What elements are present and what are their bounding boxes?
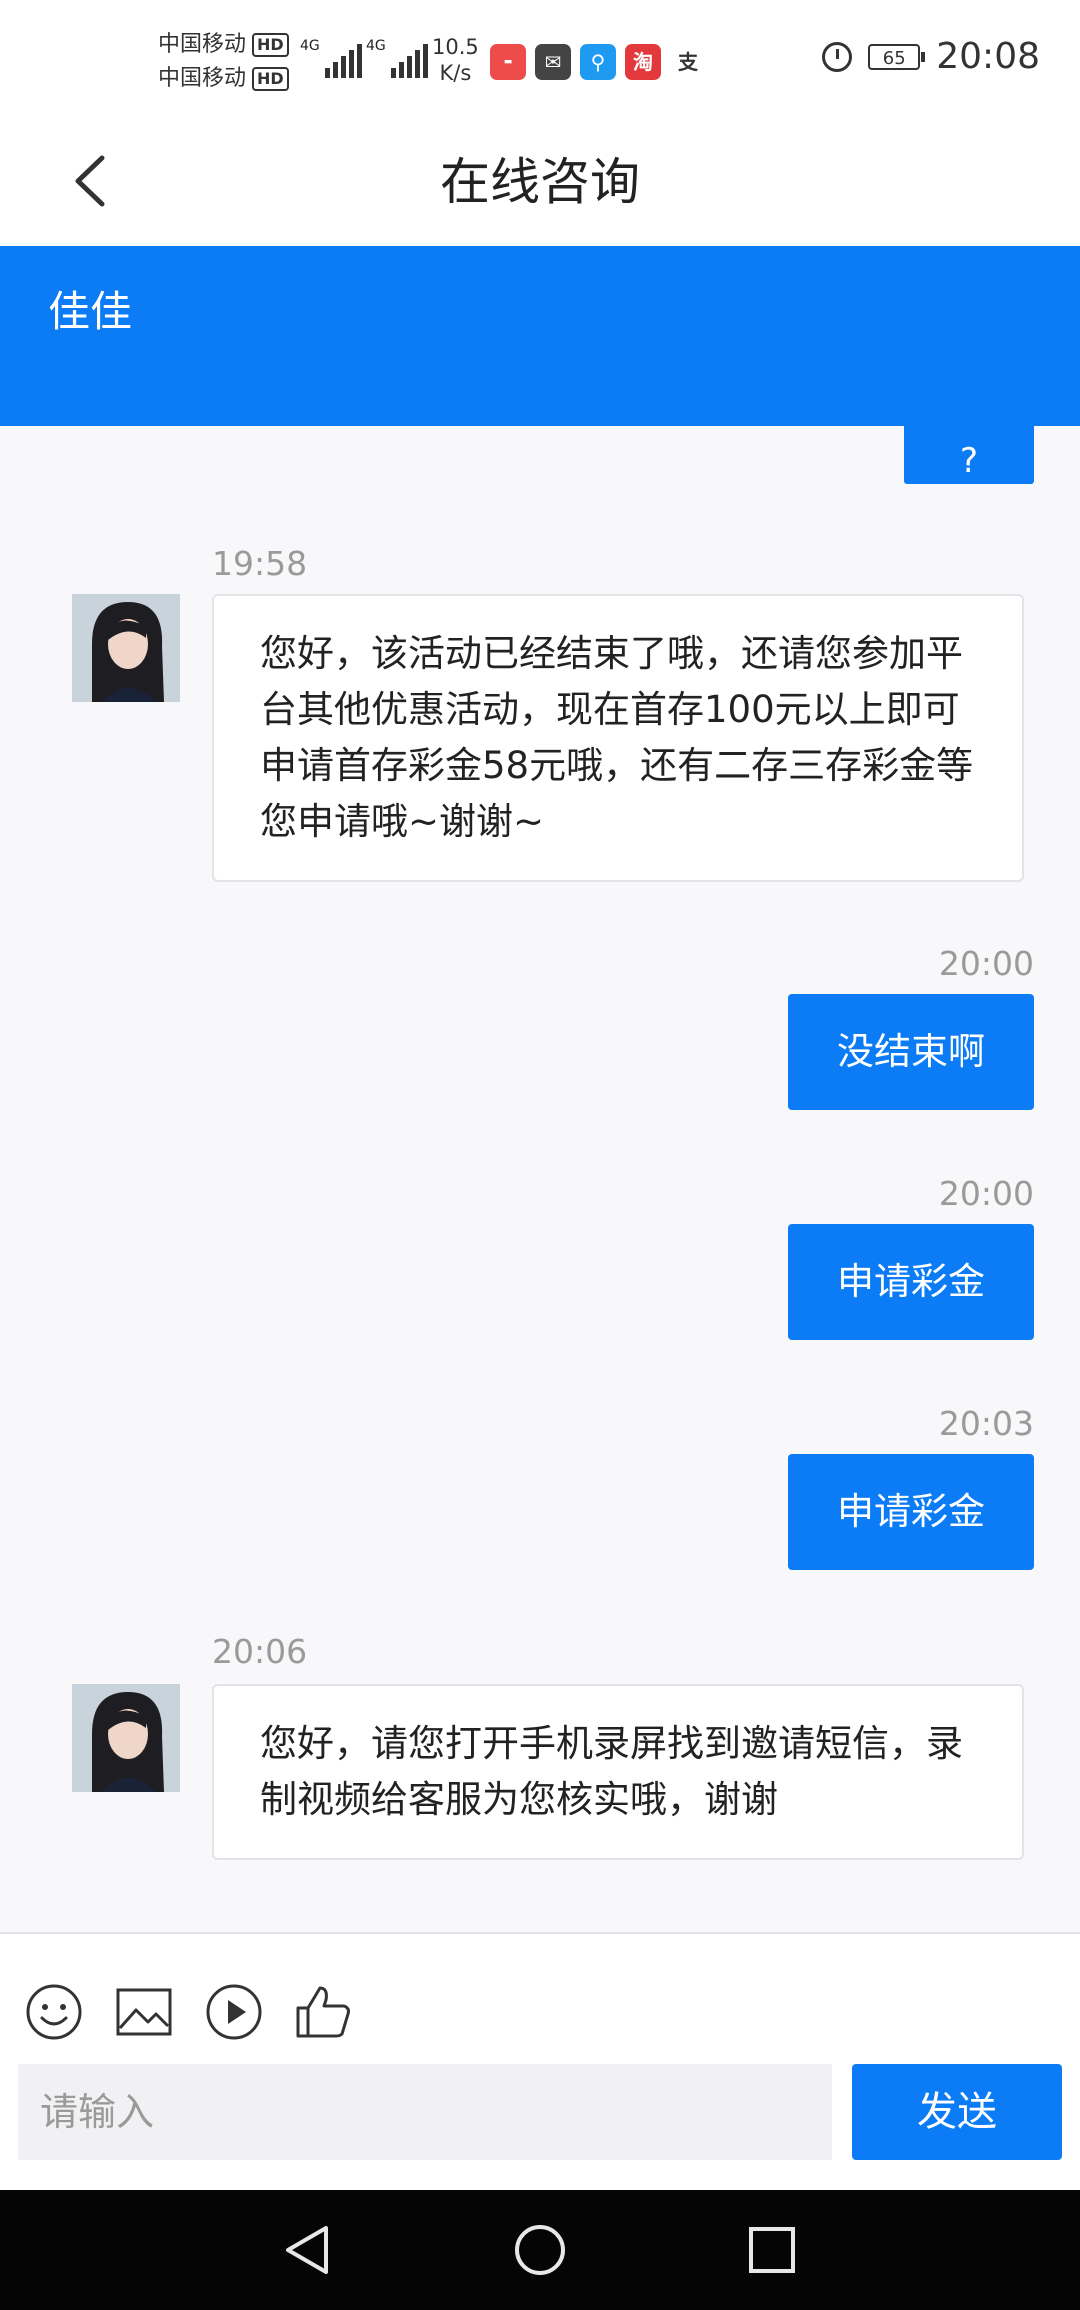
video-icon[interactable] — [202, 1980, 266, 2044]
taobao-app-icon: 淘 — [625, 44, 661, 80]
nav-back-icon[interactable] — [278, 2220, 338, 2280]
message-composer: 发送 — [0, 1932, 1080, 2192]
mail-app-icon: ✉ — [535, 44, 571, 80]
message-time: 19:58 — [212, 544, 308, 583]
signal-icon: 4G — [300, 38, 362, 78]
message-bubble-incoming: 您好，请您打开手机录屏找到邀请短信，录制视频给客服为您核实哦，谢谢 — [212, 1684, 1024, 1860]
agent-avatar[interactable] — [72, 1684, 180, 1792]
message-time: 20:00 — [938, 944, 1034, 983]
agent-header: 佳佳 — [0, 246, 1080, 426]
search-app-icon: ⚲ — [580, 44, 616, 80]
nav-recents-icon[interactable] — [742, 2220, 802, 2280]
network-type: 4G — [366, 38, 386, 54]
agent-avatar[interactable] — [72, 594, 180, 702]
message-time: 20:00 — [938, 1174, 1034, 1213]
speed-unit: K/s — [439, 61, 472, 85]
message-bubble-outgoing: 没结束啊 — [788, 994, 1034, 1110]
network-speed: 10.5 K/s — [432, 34, 479, 86]
signal-icon: 4G — [366, 38, 428, 78]
agent-name: 佳佳 — [48, 287, 133, 336]
hd-badge: HD — [252, 33, 289, 57]
huawei-app-icon: ▬ — [490, 44, 526, 80]
message-bubble-outgoing: 申请彩金 — [788, 1454, 1034, 1570]
avatar-image-icon — [72, 594, 180, 702]
battery-icon: 65 — [868, 43, 926, 70]
carrier-2: 中国移动 — [158, 66, 247, 91]
carrier-1: 中国移动 — [158, 32, 247, 57]
network-type: 4G — [300, 38, 320, 54]
alarm-icon — [822, 41, 853, 72]
title-bar: 在线咨询 — [0, 120, 1080, 246]
alipay-app-icon: 支 — [678, 50, 698, 74]
message-time: 20:03 — [938, 1404, 1034, 1443]
speed-value: 10.5 — [432, 35, 479, 59]
message-bubble-outgoing: 申请彩金 — [788, 1224, 1034, 1340]
message-time: 20:06 — [212, 1632, 308, 1671]
carrier-info: 中国移动 HD 中国移动 HD — [158, 28, 289, 96]
nav-home-icon[interactable] — [510, 2220, 570, 2280]
message-bubble-incoming: 您好，该活动已经结束了哦，还请您参加平台其他优惠活动，现在首存100元以上即可申… — [212, 594, 1024, 882]
image-icon[interactable] — [112, 1980, 176, 2044]
emoji-icon[interactable] — [22, 1980, 86, 2044]
page-title: 在线咨询 — [440, 153, 640, 211]
send-button[interactable]: 发送 — [852, 2064, 1062, 2160]
thumbs-up-icon[interactable] — [292, 1980, 356, 2044]
message-bubble-outgoing: ? — [904, 426, 1034, 484]
status-bar: 中国移动 HD 中国移动 HD 4G 4G 10.5 K/s ▬ ✉ ⚲ 淘 支 6… — [0, 0, 1080, 125]
message-input[interactable] — [18, 2064, 832, 2160]
chat-area[interactable]: ? 19:58 您好，该活动已经结束了哦，还请您参加平台其他优惠活动，现在首存1… — [0, 426, 1080, 1932]
hd-badge: HD — [252, 67, 289, 91]
avatar-image-icon — [72, 1684, 180, 1792]
clock: 20:08 — [936, 36, 1040, 77]
system-nav-bar — [0, 2190, 1080, 2310]
